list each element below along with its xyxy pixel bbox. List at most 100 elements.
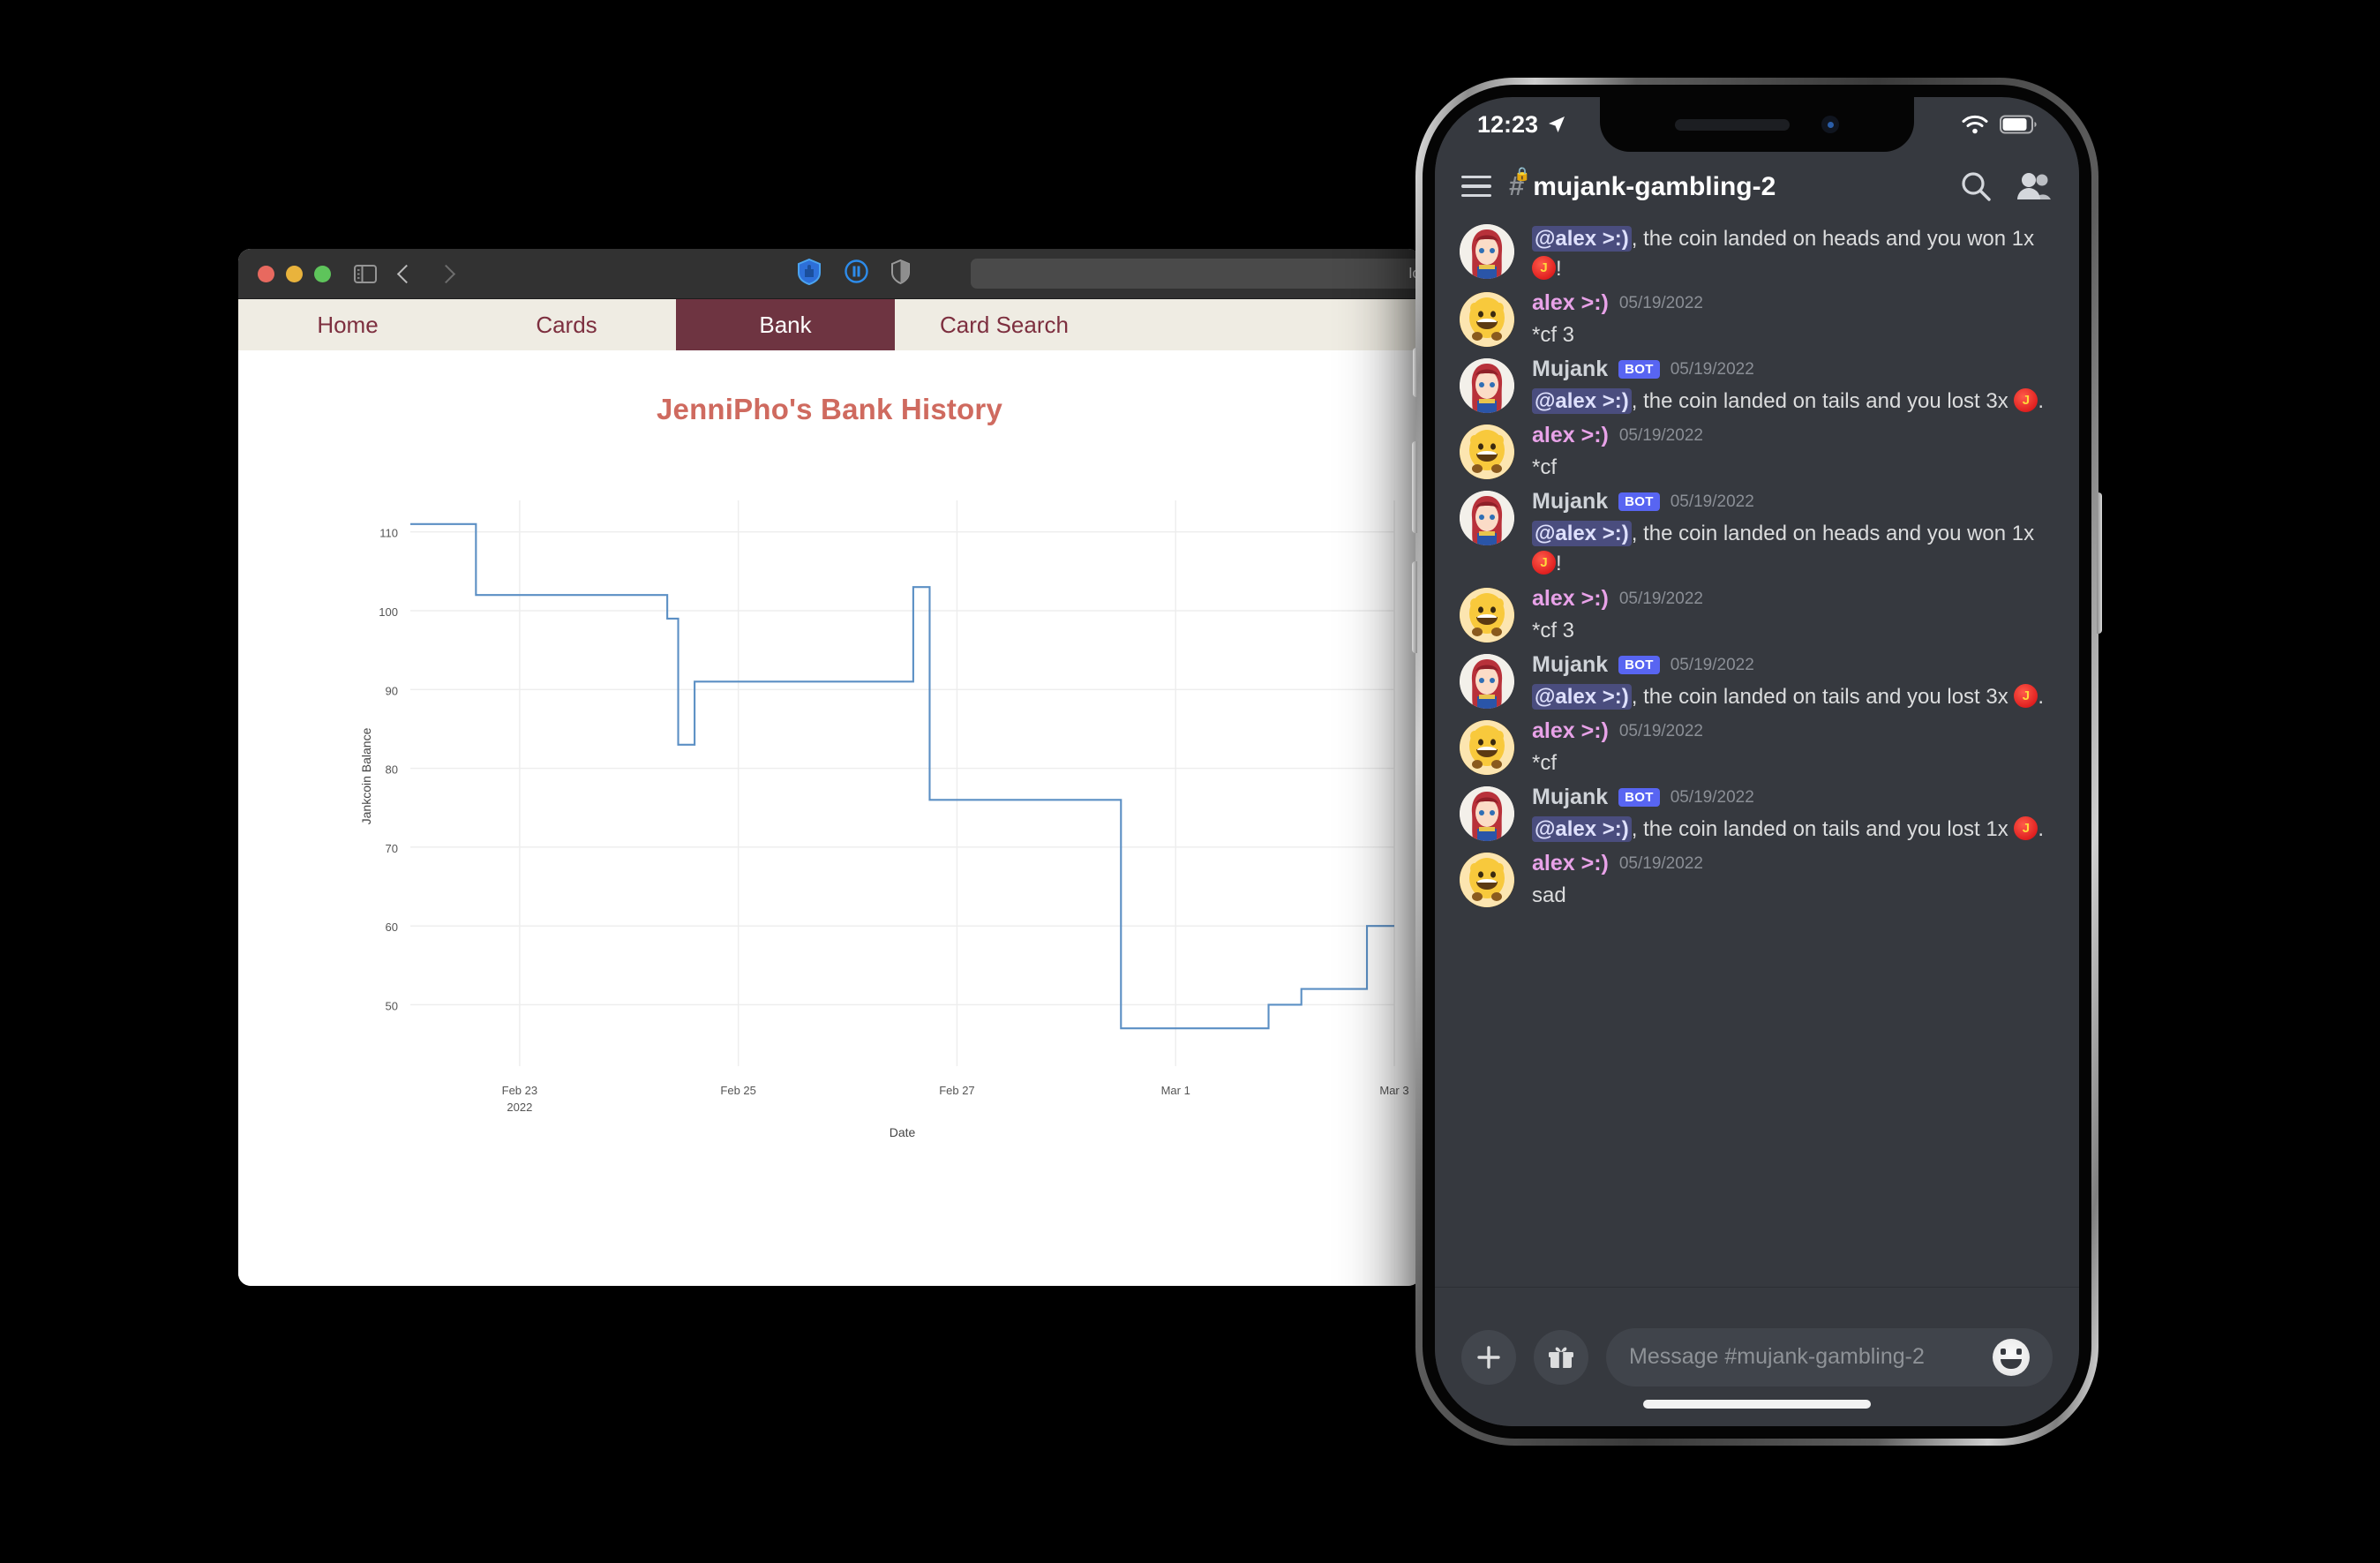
front-camera-icon [1821,116,1839,133]
message-text: @alex >:), the coin landed on tails and … [1532,682,2054,712]
message-row[interactable]: Mujank BOT 05/19/2022 @alex >:), the coin l… [1435,483,2079,579]
message-row[interactable]: alex >:) 05/19/2022 *cf [1435,417,2079,483]
power-button[interactable] [2097,492,2102,634]
site-navigation-bar: Home Cards Bank Card Search [238,299,1421,350]
avatar[interactable] [1460,852,1514,907]
avatar[interactable] [1460,587,1514,642]
zoom-window-button[interactable] [314,265,331,282]
bot-badge: BOT [1618,492,1660,512]
avatar[interactable] [1460,358,1514,414]
emoji-picker-button[interactable] [1993,1338,2030,1376]
message-row[interactable]: Mujank BOT 05/19/2022 @alex >:), the coin l… [1435,646,2079,712]
message-author[interactable]: alex >:) [1532,587,1609,610]
message-list[interactable]: @alex >:), the coin landed on heads and … [1435,221,2079,1287]
message-row[interactable]: Mujank BOT 05/19/2022 @alex >:), the coin l… [1435,350,2079,417]
nav-tab-card-search[interactable]: Card Search [895,299,1114,350]
user-mention[interactable]: @alex >:) [1532,815,1632,842]
nav-tab-cards[interactable]: Cards [457,299,676,350]
message-row[interactable]: Mujank BOT 05/19/2022 @alex >:), the coin l… [1435,778,2079,845]
user-mention[interactable]: @alex >:) [1532,521,1632,547]
avatar[interactable] [1460,785,1514,841]
message-author[interactable]: Mujank [1532,785,1608,808]
message-author[interactable]: alex >:) [1532,292,1609,314]
message-body: Mujank BOT 05/19/2022 @alex >:), the coin l… [1532,653,2054,712]
back-icon[interactable] [396,264,417,283]
message-text: sad [1532,883,1566,907]
message-timestamp: 05/19/2022 [1618,721,1703,740]
message-author[interactable]: alex >:) [1532,852,1609,875]
message-header: Mujank BOT 05/19/2022 [1532,358,2054,380]
message-row[interactable]: alex >:) 05/19/2022 *cf [1435,712,2079,778]
user-mention[interactable]: @alex >:) [1532,226,1632,252]
user-mention[interactable]: @alex >:) [1532,683,1632,710]
y-tick-label: 80 [386,763,398,777]
jank-emoji [2014,815,2038,840]
battery-icon [2000,115,2037,134]
home-indicator[interactable] [1643,1400,1871,1409]
hamburger-menu-icon[interactable] [1461,175,1491,198]
message-author[interactable]: alex >:) [1532,719,1609,742]
page-title: JenniPho's Bank History [656,393,1003,425]
message-input[interactable]: Message #mujank-gambling-2 [1606,1327,2053,1386]
message-row[interactable]: alex >:) 05/19/2022 *cf 3 [1435,284,2079,350]
message-body: alex >:) 05/19/2022 *cf [1532,425,2054,483]
user-mention[interactable]: @alex >:) [1532,388,1632,415]
message-row[interactable]: @alex >:), the coin landed on heads and … [1435,221,2079,284]
message-author[interactable]: Mujank [1532,358,1608,380]
message-header: alex >:) 05/19/2022 [1532,587,2054,610]
y-tick-label: 110 [379,527,398,540]
add-attachment-button[interactable] [1461,1329,1516,1385]
forward-icon[interactable] [436,264,456,283]
jank-emoji [1532,551,1556,575]
browser-window: localhost Home Cards Bank Card Search Je… [238,249,1421,1286]
volume-up-button[interactable] [1412,441,1417,533]
message-timestamp: 05/19/2022 [1670,655,1754,674]
status-clock: 12:23 [1477,111,1567,139]
members-icon[interactable] [2016,169,2053,203]
nav-tab-home[interactable]: Home [238,299,457,350]
wifi-icon [1962,115,1988,134]
message-row[interactable]: alex >:) 05/19/2022 sad [1435,845,2079,911]
message-author[interactable]: alex >:) [1532,425,1609,447]
page-content: JenniPho's Bank History 50 60 70 80 90 100 110… [238,350,1421,1286]
message-timestamp: 05/19/2022 [1670,360,1754,379]
ublock-icon[interactable] [797,258,822,289]
mute-switch[interactable] [1413,348,1417,397]
message-row[interactable]: alex >:) 05/19/2022 *cf 3 [1435,580,2079,646]
bot-badge: BOT [1618,360,1660,379]
avatar[interactable] [1460,719,1514,775]
avatar[interactable] [1460,224,1514,279]
message-timestamp: 05/19/2022 [1670,492,1754,512]
chart-svg: 50 60 70 80 90 100 110 Feb 23 2022 Feb 25 Feb 27 Ma… [359,500,1409,1139]
send-gift-button[interactable] [1534,1329,1588,1385]
message-header: alex >:) 05/19/2022 [1532,292,2054,314]
x-axis-label: Date [890,1125,916,1139]
address-bar[interactable]: localhost [971,259,1421,289]
search-icon[interactable] [1959,169,1993,203]
message-body: alex >:) 05/19/2022 *cf 3 [1532,292,2054,350]
message-author[interactable]: Mujank [1532,653,1608,676]
message-author[interactable]: Mujank [1532,491,1608,513]
gift-icon [1549,1347,1573,1368]
minimize-window-button[interactable] [286,265,303,282]
avatar[interactable] [1460,653,1514,709]
y-tick-label: 90 [386,684,398,697]
phone-screen: 12:23 # 🔒 mujank-gambling-2 @alex >:) , … [1435,97,2079,1426]
message-timestamp: 05/19/2022 [1618,853,1703,873]
y-axis-label: Jankcoin Balance [359,727,373,824]
bot-badge: BOT [1618,787,1660,807]
volume-down-button[interactable] [1412,561,1417,653]
avatar[interactable] [1460,425,1514,480]
message-text: *cf [1532,455,1558,480]
privacy-shield-icon[interactable] [891,259,910,289]
nav-tab-bank[interactable]: Bank [676,299,895,350]
sidebar-toggle-icon[interactable] [354,264,377,283]
avatar[interactable] [1460,491,1514,546]
y-tick-label: 70 [386,842,398,855]
avatar[interactable] [1460,292,1514,348]
close-window-button[interactable] [258,265,274,282]
pause-extension-icon[interactable] [845,259,868,288]
message-body: Mujank BOT 05/19/2022 @alex >:), the coin l… [1532,358,2054,417]
message-input-placeholder: Message #mujank-gambling-2 [1629,1344,1925,1369]
channel-name: mujank-gambling-2 [1533,172,1776,201]
